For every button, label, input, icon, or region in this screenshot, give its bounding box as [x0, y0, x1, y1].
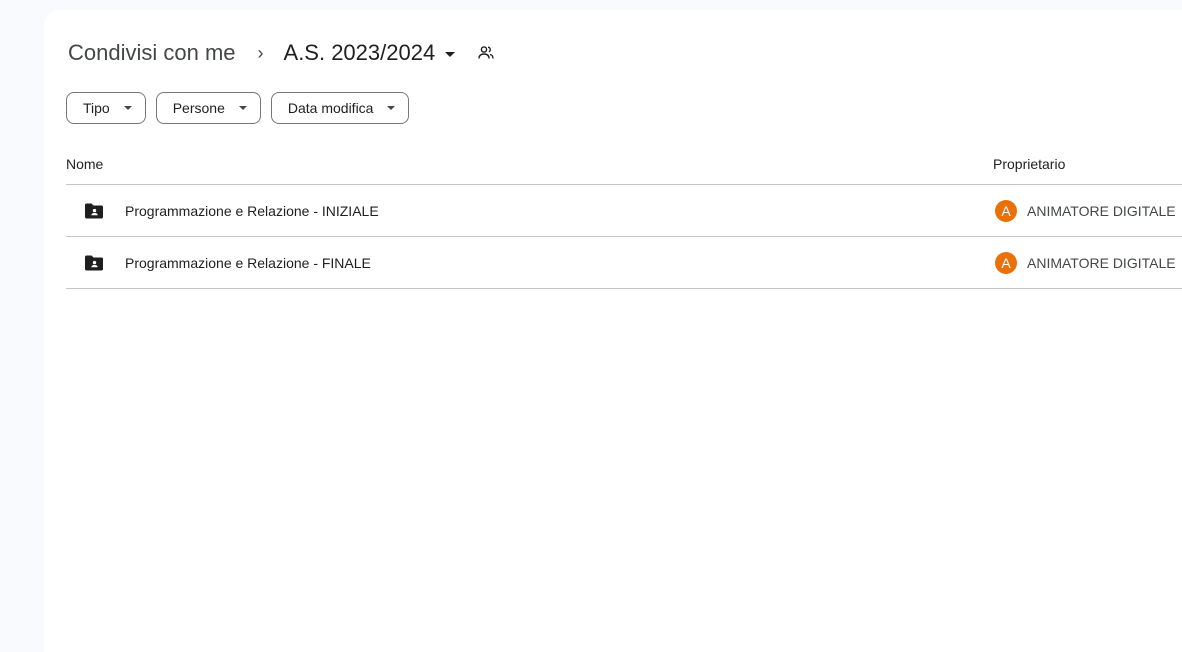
filter-people-button[interactable]: Persone	[155, 92, 261, 124]
column-header-owner[interactable]: Proprietario	[993, 156, 1182, 172]
filter-type-button[interactable]: Tipo	[66, 92, 146, 124]
chevron-down-icon	[123, 106, 132, 110]
shared-folder-icon	[84, 203, 104, 219]
row-name-cell: Programmazione e Relazione - INIZIALE	[66, 203, 993, 219]
filter-modified-button[interactable]: Data modifica	[270, 92, 410, 124]
file-list-table: Nome Proprietario Programmazione e Relaz…	[66, 144, 1182, 289]
filter-type-label: Tipo	[83, 100, 110, 116]
file-name: Programmazione e Relazione - FINALE	[125, 254, 371, 271]
table-row[interactable]: Programmazione e Relazione - FINALE A AN…	[66, 237, 1182, 289]
table-row[interactable]: Programmazione e Relazione - INIZIALE A …	[66, 185, 1182, 237]
owner-name: ANIMATORE DIGITALE	[1027, 202, 1176, 219]
main-panel: Condivisi con me › A.S. 2023/2024 Tipo P…	[44, 10, 1182, 652]
filter-bar: Tipo Persone Data modifica	[66, 92, 410, 124]
breadcrumb-current-folder[interactable]: A.S. 2023/2024	[284, 40, 456, 66]
shared-folder-people-icon[interactable]	[477, 44, 495, 62]
owner-name: ANIMATORE DIGITALE	[1027, 254, 1176, 271]
shared-folder-icon	[84, 255, 104, 271]
column-header-name[interactable]: Nome	[66, 156, 993, 172]
left-gutter	[0, 0, 44, 652]
breadcrumb-root[interactable]: Condivisi con me	[66, 40, 238, 66]
breadcrumb-separator: ›	[257, 42, 264, 63]
caret-down-icon	[445, 51, 456, 57]
table-header: Nome Proprietario	[66, 144, 1182, 185]
filter-people-label: Persone	[172, 100, 225, 116]
drive-page: Condivisi con me › A.S. 2023/2024 Tipo P…	[0, 0, 1182, 652]
chevron-down-icon	[387, 106, 396, 110]
breadcrumb-current-label: A.S. 2023/2024	[283, 40, 436, 65]
row-owner-cell: A ANIMATORE DIGITALE	[993, 251, 1182, 274]
file-name: Programmazione e Relazione - INIZIALE	[125, 202, 379, 219]
row-name-cell: Programmazione e Relazione - FINALE	[66, 255, 993, 271]
filter-modified-label: Data modifica	[287, 100, 374, 116]
chevron-down-icon	[238, 106, 247, 110]
avatar: A	[995, 251, 1017, 274]
row-owner-cell: A ANIMATORE DIGITALE	[993, 199, 1182, 222]
avatar: A	[995, 199, 1017, 222]
breadcrumb: Condivisi con me › A.S. 2023/2024	[66, 37, 495, 69]
